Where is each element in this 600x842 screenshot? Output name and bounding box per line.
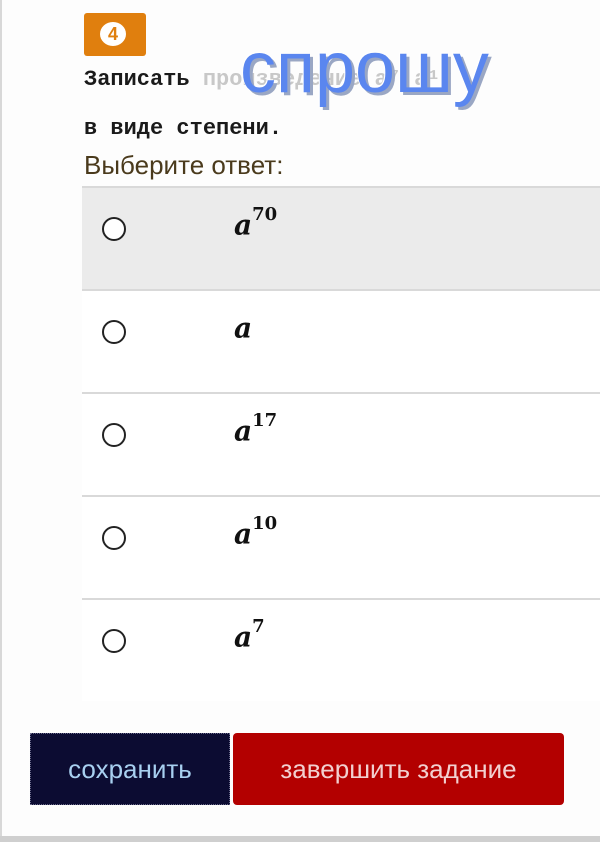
answer-prompt: Выберите ответ: xyxy=(84,150,284,180)
answer-option-label: a70 xyxy=(234,204,278,242)
task-panel: 4 Записать произведение a⁷·a¹⁰ в виде ст… xyxy=(0,0,600,842)
answer-option-label: a xyxy=(234,311,253,345)
answer-option[interactable]: a xyxy=(82,289,600,392)
answer-options-list: a70 a a17 a10 a7 xyxy=(82,186,600,701)
finish-task-button[interactable]: завершить задание xyxy=(233,733,564,805)
answer-option[interactable]: a7 xyxy=(82,598,600,701)
question-text-line-2: в виде степени. xyxy=(84,116,283,141)
radio-button[interactable] xyxy=(102,526,126,550)
radio-button[interactable] xyxy=(102,217,126,241)
panel-border-left xyxy=(0,0,2,842)
answer-option[interactable]: a70 xyxy=(82,186,600,289)
panel-border-bottom xyxy=(0,836,600,842)
watermark-text: спрошу xyxy=(240,28,489,108)
save-button[interactable]: сохранить xyxy=(30,733,230,805)
answer-option-label: a17 xyxy=(234,410,278,448)
question-text-start: Записать xyxy=(84,67,203,92)
radio-button[interactable] xyxy=(102,423,126,447)
answer-option-label: a7 xyxy=(234,616,265,654)
question-number: 4 xyxy=(100,22,126,46)
answer-option-label: a10 xyxy=(234,513,278,551)
answer-option[interactable]: a10 xyxy=(82,495,600,598)
answer-option[interactable]: a17 xyxy=(82,392,600,495)
question-number-badge: 4 xyxy=(84,13,146,56)
radio-button[interactable] xyxy=(102,320,126,344)
radio-button[interactable] xyxy=(102,629,126,653)
